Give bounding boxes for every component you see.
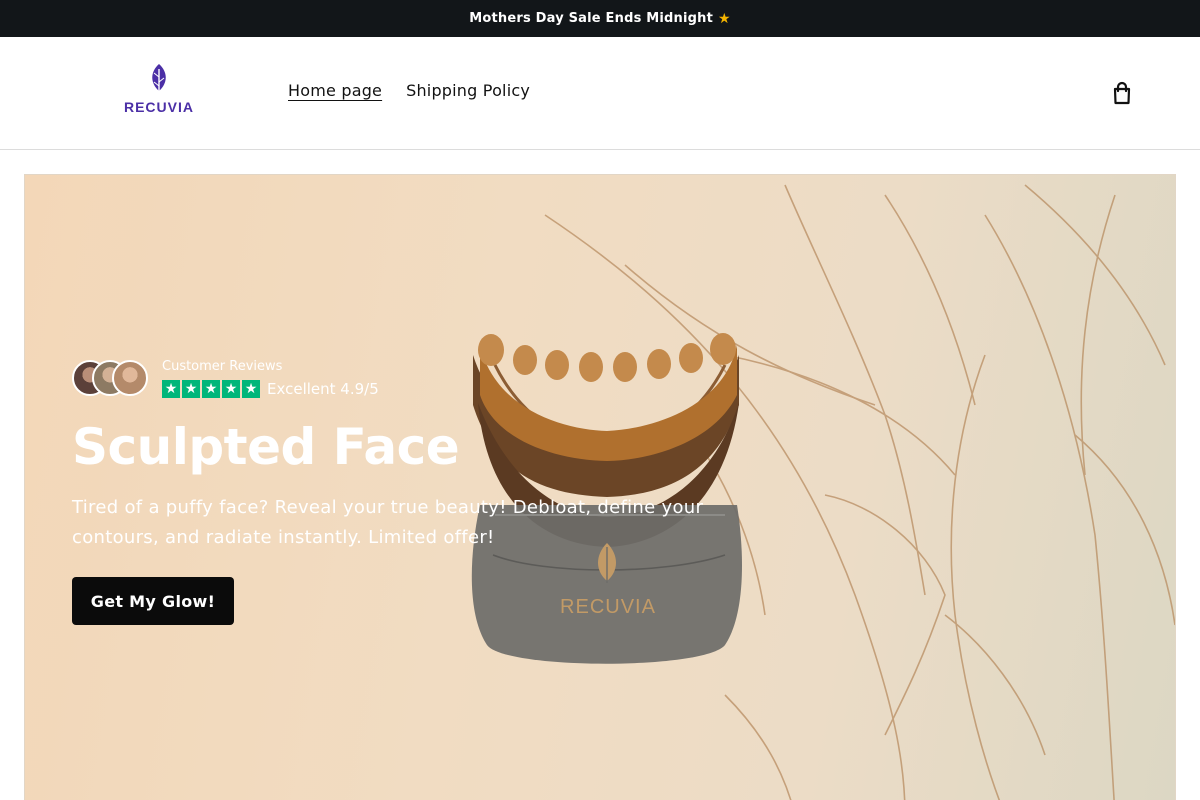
site-header: RECUVIA Home page Shipping Policy (0, 37, 1200, 150)
product-brand-label: RECUVIA (560, 596, 656, 618)
hero-title: Sculpted Face (72, 418, 460, 476)
announcement-text: Mothers Day Sale Ends Midnight (469, 11, 714, 26)
rating-stars: ★ ★ ★ ★ ★ (162, 379, 260, 398)
star-rating-icon: ★ (162, 379, 180, 398)
cart-button[interactable] (1108, 79, 1136, 107)
site-logo[interactable]: RECUVIA (118, 63, 200, 121)
nav-home-page[interactable]: Home page (288, 81, 382, 100)
hero-product-image (471, 184, 1175, 800)
get-my-glow-button[interactable]: Get My Glow! (72, 577, 234, 625)
star-rating-icon: ★ (222, 379, 240, 398)
leaf-logo-icon (152, 64, 166, 96)
reviewer-avatars (72, 358, 150, 398)
hero-subtitle: Tired of a puffy face? Reveal your true … (72, 497, 704, 548)
main-nav: Home page Shipping Policy (288, 81, 530, 100)
reviews-label: Customer Reviews (162, 358, 283, 374)
customer-reviews: Customer Reviews ★ ★ ★ ★ ★ Excellent 4.9… (72, 358, 379, 398)
avatar (112, 360, 148, 396)
logo-text: RECUVIA (123, 99, 194, 115)
star-rating-icon: ★ (182, 379, 200, 398)
shopping-bag-icon (1113, 81, 1131, 105)
announcement-bar: Mothers Day Sale Ends Midnight ★ (0, 0, 1200, 37)
star-rating-icon: ★ (242, 379, 260, 398)
star-rating-icon: ★ (202, 379, 220, 398)
hero-banner: RECUVIA Customer Reviews ★ ★ ★ ★ ★ Excel… (24, 174, 1176, 800)
star-icon: ★ (718, 10, 731, 27)
rating-text: Excellent 4.9/5 (267, 379, 379, 398)
nav-shipping-policy[interactable]: Shipping Policy (406, 81, 530, 100)
